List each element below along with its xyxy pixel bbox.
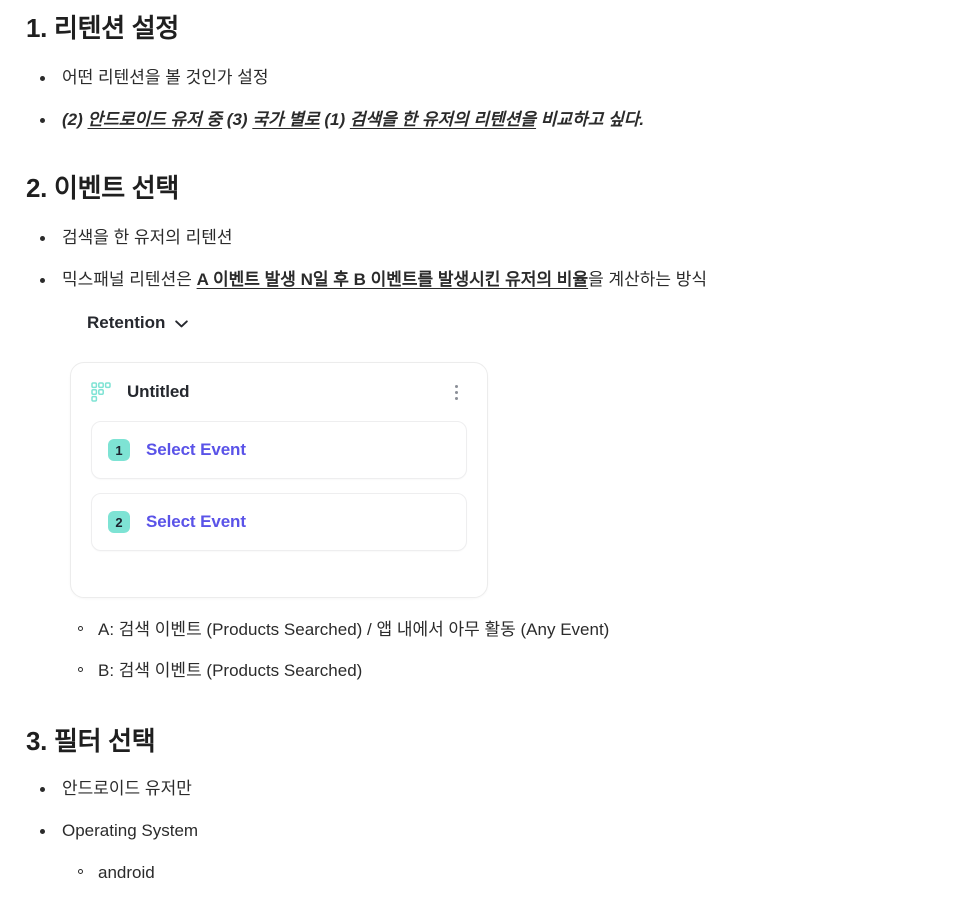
mixpanel-strong: A 이벤트 발생 N일 후 B 이벤트를 발생시킨 유저의 비율: [196, 270, 589, 289]
select-event-row[interactable]: 1 Select Event: [91, 421, 467, 479]
bullet-text: 어떤 리텐션을 볼 것인가 설정: [62, 68, 269, 87]
kebab-menu-icon[interactable]: [447, 383, 465, 401]
mixpanel-pre: 믹스패널 리텐션은: [62, 270, 197, 289]
sub-bullet-text: android: [98, 863, 155, 882]
emph-part-3: (1): [319, 110, 350, 129]
section-heading-3: 3. 필터 선택: [26, 726, 156, 756]
list-item-mixpanel-definition: 믹스패널 리텐션은 A 이벤트 발생 N일 후 B 이벤트를 발생시킨 유저의 …: [0, 267, 960, 293]
emph-part-2: (3): [222, 110, 253, 129]
list-item: 어떤 리텐션을 볼 것인가 설정: [0, 65, 960, 91]
bullet-text: 검색을 한 유저의 리텐션: [62, 228, 233, 247]
emph-part-1: (2): [62, 110, 88, 129]
retention-grid-icon: [91, 382, 111, 402]
report-card-title: Untitled: [127, 382, 190, 401]
list-item-emphasis: (2) 안드로이드 유저 중 (3) 국가 별로 (1) 검색을 한 유저의 리…: [0, 107, 960, 133]
report-card-body: 1 Select Event 2 Select Event: [71, 421, 487, 551]
select-event-row[interactable]: 2 Select Event: [91, 493, 467, 551]
select-event-label: Select Event: [146, 512, 246, 531]
retention-report-card: Untitled 1 Select Event 2 Select Event: [70, 362, 488, 598]
sub-bullet-text: B: 검색 이벤트 (Products Searched): [98, 661, 363, 680]
sub-list-item: A: 검색 이벤트 (Products Searched) / 앱 내에서 아무…: [0, 617, 960, 643]
event-step-badge: 2: [108, 511, 130, 533]
sub-bullet-text: A: 검색 이벤트 (Products Searched) / 앱 내에서 아무…: [98, 620, 610, 639]
retention-dropdown[interactable]: Retention: [87, 313, 189, 333]
report-card-header: Untitled: [71, 363, 487, 421]
list-item: 검색을 한 유저의 리텐션: [0, 225, 960, 251]
emph-underline-1: 안드로이드 유저 중: [87, 110, 223, 129]
list-item: Operating System: [0, 818, 960, 844]
sub-list-item: B: 검색 이벤트 (Products Searched): [0, 658, 960, 684]
event-step-badge: 1: [108, 439, 130, 461]
emph-underline-3: 검색을 한 유저의 리텐션을: [349, 110, 537, 129]
section-heading-1: 1. 리텐션 설정: [26, 13, 180, 43]
sub-list-item: android: [0, 860, 960, 886]
document-page: 1. 리텐션 설정 어떤 리텐션을 볼 것인가 설정 (2) 안드로이드 유저 …: [0, 0, 960, 898]
select-event-label: Select Event: [146, 440, 246, 459]
chevron-down-icon: [175, 313, 189, 333]
mixpanel-post: 을 계산하는 방식: [588, 270, 708, 289]
bullet-text: 안드로이드 유저만: [62, 779, 192, 798]
emph-underline-2: 국가 별로: [252, 110, 320, 129]
retention-dropdown-label: Retention: [87, 313, 166, 332]
bullet-text: Operating System: [62, 821, 199, 840]
emph-part-4: 비교하고 싶다.: [536, 110, 645, 129]
section-heading-2: 2. 이벤트 선택: [26, 173, 180, 203]
list-item: 안드로이드 유저만: [0, 776, 960, 802]
